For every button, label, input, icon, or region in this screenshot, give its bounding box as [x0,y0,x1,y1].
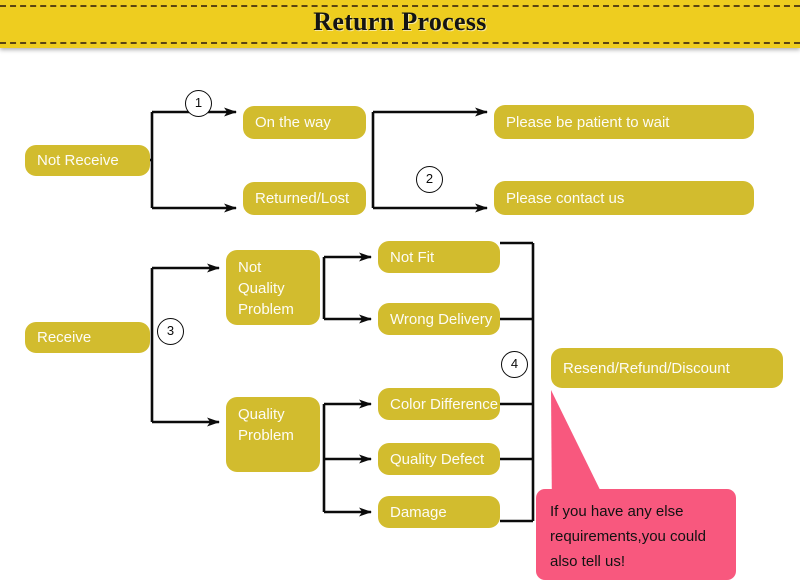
step-marker-1: 1 [185,90,212,117]
flow-node-resend-refund: Resend/Refund/Discount [551,348,783,388]
flow-node-quality: Quality Problem [226,397,320,472]
step-marker-2: 2 [416,166,443,193]
flow-node-wrong-delivery: Wrong Delivery [378,303,500,335]
header-banner: Return Process [0,0,800,48]
flow-node-label: Not Quality Problem [238,259,294,318]
flow-node-be-patient: Please be patient to wait [494,105,754,139]
flow-node-damage: Damage [378,496,500,528]
flow-node-not-receive: Not Receive [25,145,150,176]
callout-message: If you have any else requirements,you co… [550,503,706,570]
flow-node-on-the-way: On the way [243,106,366,139]
flow-node-not-fit: Not Fit [378,241,500,273]
step-marker-3: 3 [157,318,184,345]
flow-node-quality-defect: Quality Defect [378,443,500,475]
flow-node-not-quality: Not Quality Problem [226,250,320,325]
flow-node-contact-us: Please contact us [494,181,754,215]
flow-node-color-difference: Color Difference [378,388,500,420]
flow-node-receive: Receive [25,322,150,353]
page-title: Return Process [313,7,487,36]
step-marker-4: 4 [501,351,528,378]
flow-node-returned-lost: Returned/Lost [243,182,366,215]
callout-bubble: If you have any else requirements,you co… [536,489,736,580]
flowchart-canvas: Not Receive On the way Returned/Lost Please… [0,48,800,580]
banner-dashed-line-bottom [0,42,800,44]
flow-node-label: Quality Problem [238,406,294,444]
